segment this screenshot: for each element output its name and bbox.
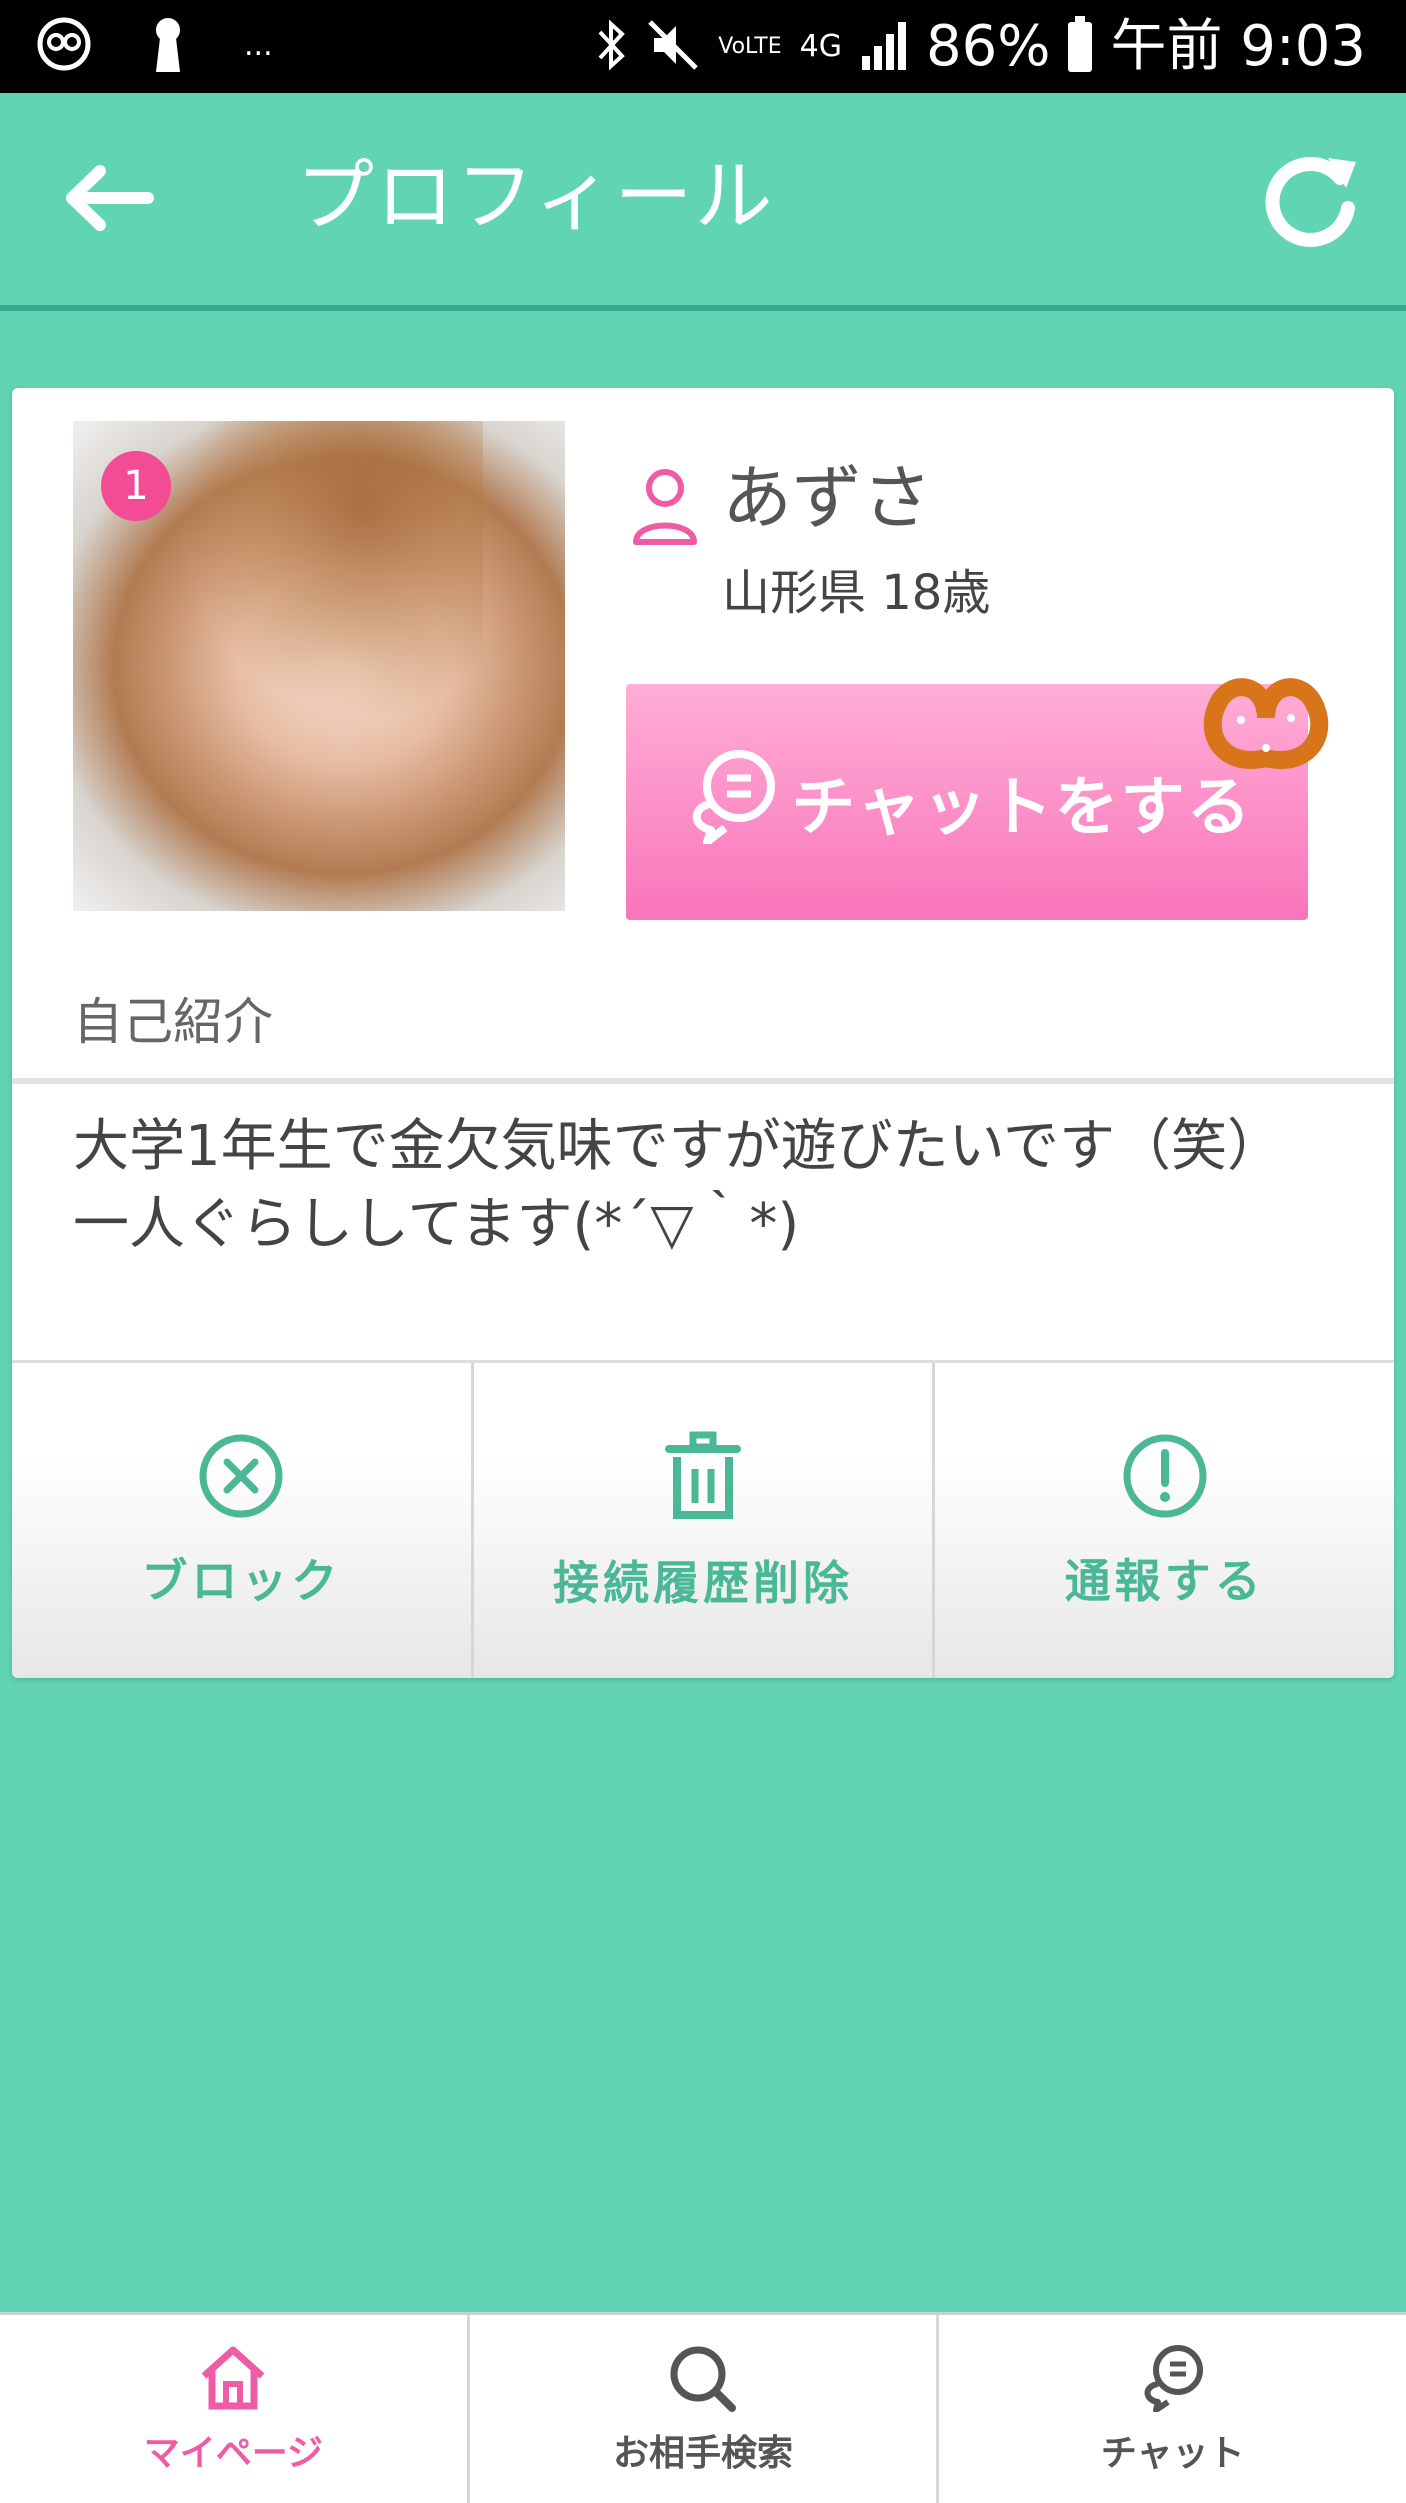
report-label: 通報する — [1064, 1554, 1265, 1608]
profile-location-age: 山形県 18歳 — [722, 565, 991, 621]
delete-history-button[interactable]: 接続履歴削除 — [473, 1363, 936, 1678]
battery-icon — [1068, 15, 1093, 72]
search-icon — [666, 2342, 740, 2416]
profile-actions: ブロック 接続履歴削除 通報する — [12, 1360, 1394, 1678]
volte-label: VoLTE — [718, 33, 782, 59]
profile-name: あずさ — [722, 457, 932, 539]
clock: 午前 9:03 — [1110, 13, 1366, 79]
bluetooth-icon — [596, 18, 628, 76]
refresh-button[interactable] — [1258, 148, 1362, 252]
nav-search-label: お相手検索 — [613, 2433, 794, 2474]
nav-chat-label: チャット — [1100, 2433, 1245, 2474]
block-label: ブロック — [141, 1554, 342, 1608]
user-icon — [630, 466, 700, 546]
bottom-navigation: マイページ お相手検索 チャット — [0, 2312, 1406, 2503]
intro-divider — [12, 1078, 1394, 1084]
photo-count-badge: 1 — [101, 451, 171, 521]
photo-highlight — [183, 421, 483, 721]
pretzel-notification-icon — [36, 16, 92, 76]
pretzel-icon — [1196, 658, 1336, 778]
header-divider — [0, 305, 1406, 311]
back-arrow-icon — [60, 165, 160, 237]
alert-icon — [1122, 1433, 1208, 1523]
battery-percent: 86% — [925, 13, 1051, 79]
nav-chat[interactable]: チャット — [939, 2315, 1406, 2503]
chat-bubble-icon — [1136, 2342, 1210, 2416]
home-icon — [196, 2342, 270, 2416]
nav-mypage[interactable]: マイページ — [0, 2315, 470, 2503]
intro-label: 自己紹介 — [73, 993, 273, 1051]
network-type: 4G — [799, 28, 842, 64]
page-title: プロフィール — [296, 152, 775, 242]
report-button[interactable]: 通報する — [935, 1363, 1394, 1678]
keyhole-notification-icon — [148, 14, 188, 78]
status-bar: ... VoLTE 4G 86% 午前 9:03 — [0, 0, 1406, 93]
trash-icon — [663, 1431, 743, 1525]
nav-search[interactable]: お相手検索 — [470, 2315, 940, 2503]
profile-photo[interactable]: 1 — [73, 421, 565, 911]
chat-bubble-icon — [681, 744, 781, 860]
block-x-icon — [198, 1433, 284, 1523]
more-notifications: ... — [244, 28, 273, 63]
refresh-icon — [1258, 156, 1362, 256]
mute-icon — [646, 18, 700, 76]
nav-mypage-label: マイページ — [143, 2433, 323, 2474]
delete-history-label: 接続履歴削除 — [553, 1556, 853, 1610]
start-chat-label: チャットをする — [791, 771, 1253, 845]
intro-text: 大学1年生で金欠気味ですが遊びたいです（笑）一人ぐらししてます(*´▽｀*) — [73, 1114, 1283, 1258]
signal-icon — [860, 20, 908, 74]
back-button[interactable] — [60, 163, 160, 233]
profile-card: 1 あずさ 山形県 18歳 チャットをする 自己紹介 大学1年生で金欠気味ですが… — [12, 388, 1394, 1678]
app-header: プロフィール — [0, 93, 1406, 305]
block-button[interactable]: ブロック — [12, 1363, 474, 1678]
